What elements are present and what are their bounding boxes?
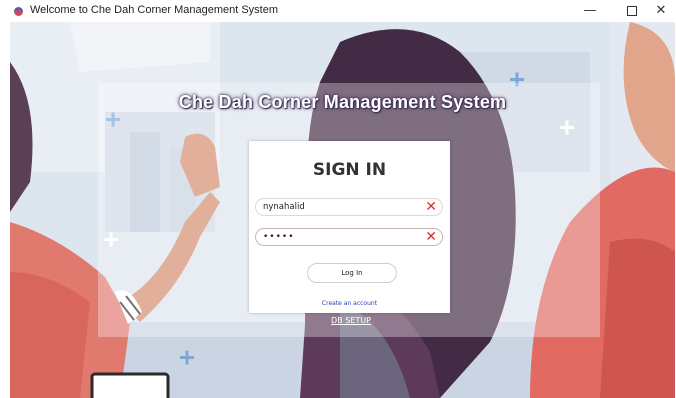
window-titlebar: Welcome to Che Dah Corner Management Sys… bbox=[0, 0, 676, 22]
login-card: SIGN IN ✕ ✕ Log In Create an account bbox=[249, 141, 450, 313]
clear-username-icon[interactable]: ✕ bbox=[425, 198, 437, 216]
maximize-icon bbox=[627, 5, 637, 16]
login-button[interactable]: Log In bbox=[307, 263, 397, 283]
username-input[interactable] bbox=[263, 200, 413, 214]
close-window-button[interactable]: ✕ bbox=[646, 0, 676, 22]
minimize-button[interactable]: — bbox=[570, 0, 610, 22]
create-account-link[interactable]: Create an account bbox=[249, 300, 450, 307]
window-title: Welcome to Che Dah Corner Management Sys… bbox=[30, 4, 279, 16]
username-field: ✕ bbox=[255, 198, 443, 216]
password-field: ✕ bbox=[255, 228, 443, 246]
background-illustration: Che Dah Corner Management System SIGN IN… bbox=[10, 22, 675, 398]
signin-title: SIGN IN bbox=[312, 160, 387, 180]
password-input[interactable] bbox=[263, 230, 413, 244]
app-heading: Che Dah Corner Management System bbox=[178, 92, 507, 112]
app-logo-icon bbox=[14, 7, 23, 16]
clear-password-icon[interactable]: ✕ bbox=[425, 228, 437, 246]
db-setup-link[interactable]: DB SETUP bbox=[323, 316, 379, 325]
